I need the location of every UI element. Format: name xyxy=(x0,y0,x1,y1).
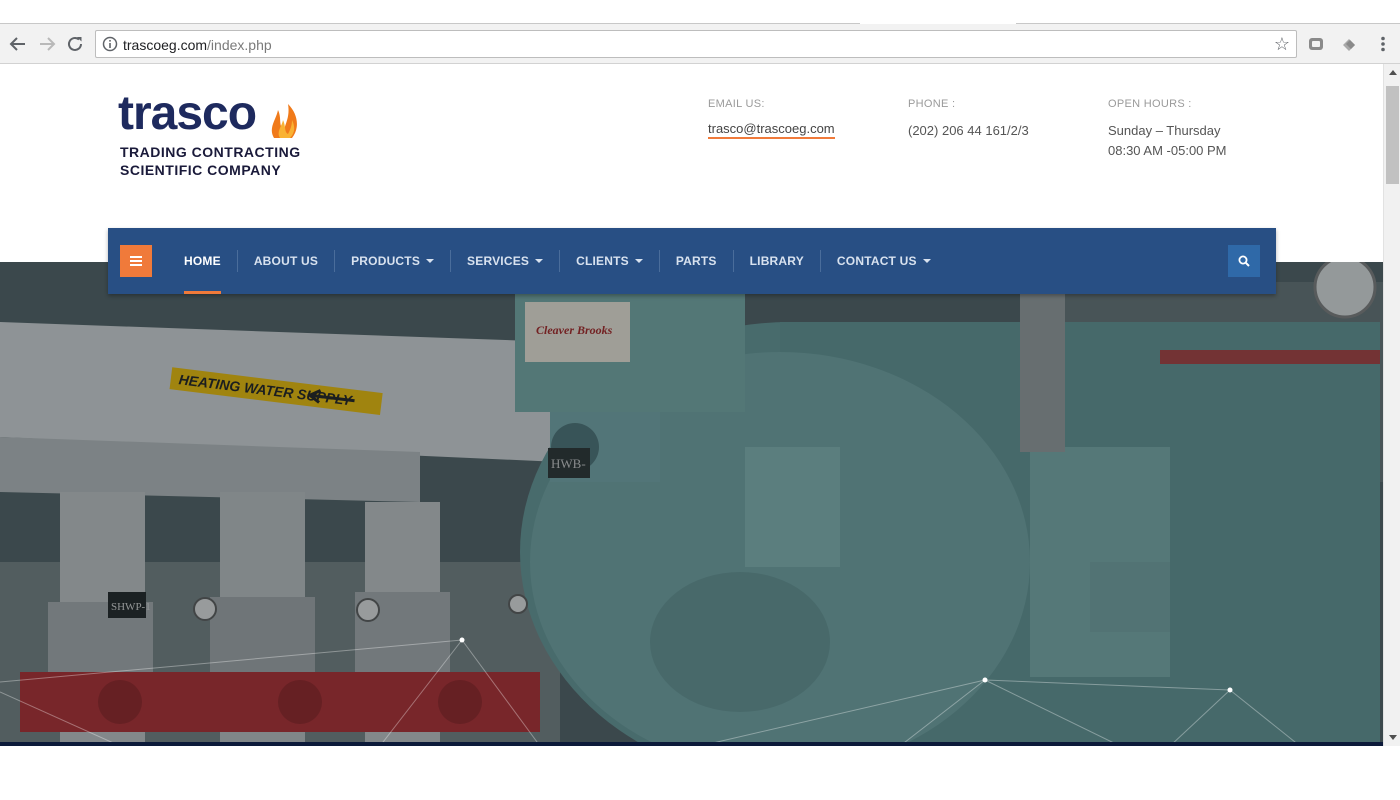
contact-phone-block: PHONE : (202) 206 44 161/2/3 xyxy=(908,98,1029,141)
nav-item-label: ABOUT US xyxy=(253,254,319,268)
extension-icon[interactable] xyxy=(1340,35,1358,53)
reload-icon[interactable] xyxy=(63,32,87,56)
phone-label: PHONE : xyxy=(908,98,956,110)
scrollbar-thumb[interactable] xyxy=(1386,86,1399,184)
scroll-down-arrow-icon[interactable] xyxy=(1384,729,1400,746)
nav-item-contact-us[interactable]: CONTACT US xyxy=(821,228,947,294)
contact-email-block: EMAIL US: trasco@trascoeg.com xyxy=(708,98,835,139)
forward-arrow-icon[interactable] xyxy=(35,32,59,56)
caret-down-icon xyxy=(426,259,435,263)
phone-value: (202) 206 44 161/2/3 xyxy=(908,123,1029,138)
hamburger-icon[interactable] xyxy=(120,245,152,277)
flame-icon xyxy=(271,104,297,138)
hours-time: 08:30 AM -05:00 PM xyxy=(1108,143,1227,158)
url-text: trascoeg.com/index.php xyxy=(123,37,272,53)
nav-item-label: LIBRARY xyxy=(749,254,804,268)
contact-hours-block: OPEN HOURS : Sunday – Thursday 08:30 AM … xyxy=(1108,98,1227,161)
page-scrollbar[interactable] xyxy=(1383,64,1400,746)
nav-item-label: CONTACT US xyxy=(836,254,917,268)
logo-tagline: SCIENTIFIC COMPANY xyxy=(120,162,282,178)
caret-down-icon xyxy=(535,259,544,263)
email-link[interactable]: trasco@trascoeg.com xyxy=(708,121,835,139)
back-arrow-icon[interactable] xyxy=(6,32,30,56)
site-logo[interactable]: trasco TRADING CONTRACTING SCIENTIFIC CO… xyxy=(118,90,308,181)
url-path: /index.php xyxy=(207,37,272,53)
nav-item-label: PRODUCTS xyxy=(351,254,421,268)
caret-down-icon xyxy=(922,259,931,263)
nav-item-label: CLIENTS xyxy=(576,254,629,268)
main-navigation: HOME ABOUT US PRODUCTS SERVICES CLIENTS … xyxy=(108,228,1276,294)
email-label: EMAIL US: xyxy=(708,98,765,110)
nav-item-services[interactable]: SERVICES xyxy=(451,228,559,294)
logo-wordmark: trasco xyxy=(118,87,257,140)
nav-item-label: PARTS xyxy=(675,254,717,268)
browser-toolbar: trascoeg.com/index.php ☆ xyxy=(0,24,1400,64)
nav-item-home[interactable]: HOME xyxy=(168,228,237,294)
logo-tagline: TRADING CONTRACTING xyxy=(120,144,301,160)
search-icon[interactable] xyxy=(1228,245,1260,277)
nav-item-products[interactable]: PRODUCTS xyxy=(335,228,450,294)
url-domain: trascoeg.com xyxy=(123,37,208,53)
hero-bottom-strip xyxy=(0,742,1383,746)
nav-item-parts[interactable]: PARTS xyxy=(660,228,733,294)
address-bar[interactable]: trascoeg.com/index.php ☆ xyxy=(95,30,1297,58)
star-icon[interactable]: ☆ xyxy=(1274,34,1290,55)
hours-value: Sunday – Thursday 08:30 AM -05:00 PM xyxy=(1108,121,1227,161)
hours-label: OPEN HOURS : xyxy=(1108,98,1192,110)
kebab-menu-icon[interactable] xyxy=(1374,35,1392,53)
extension-icon[interactable] xyxy=(1307,35,1325,53)
browser-tab-strip xyxy=(0,0,1400,24)
nav-item-label: HOME xyxy=(184,254,221,268)
nav-item-about-us[interactable]: ABOUT US xyxy=(238,228,334,294)
hero-banner: HEATING WATER SUPPLY Cleaver Brooks HWB-… xyxy=(0,262,1383,746)
caret-down-icon xyxy=(634,259,643,263)
hours-days: Sunday – Thursday xyxy=(1108,123,1221,138)
nav-item-library[interactable]: LIBRARY xyxy=(734,228,820,294)
nav-item-clients[interactable]: CLIENTS xyxy=(560,228,659,294)
nav-item-label: SERVICES xyxy=(467,254,530,268)
scroll-up-arrow-icon[interactable] xyxy=(1384,64,1400,81)
boiler-room-photo: HEATING WATER SUPPLY Cleaver Brooks HWB-… xyxy=(0,262,1383,746)
nav-menu: HOME ABOUT US PRODUCTS SERVICES CLIENTS … xyxy=(168,228,947,294)
info-icon[interactable] xyxy=(102,36,118,57)
